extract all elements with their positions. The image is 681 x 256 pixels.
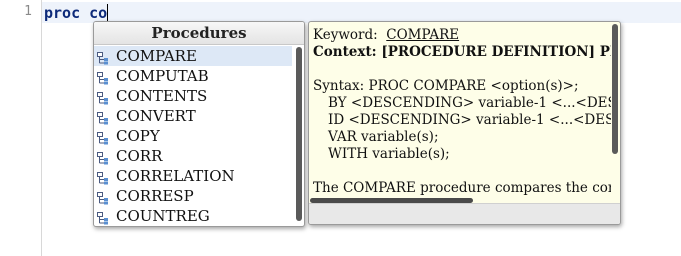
procedure-label: COMPARE [116,47,197,65]
keyword-help-popup: Keyword: COMPARE Context: [PROCEDURE DEF… [308,21,621,225]
help-vertical-scrollbar[interactable] [612,24,618,154]
help-description: The COMPARE procedure compares the conte… [313,180,611,196]
code-line[interactable]: proc co [44,3,109,23]
procedures-popup[interactable]: Procedures COMPARE COMPUTAB CONTENTS CONVER… [93,21,305,227]
procedure-label: CORR [116,147,163,165]
procedure-label: COMPUTAB [116,67,209,85]
procedure-list-item[interactable]: CONVERT [94,106,292,126]
procedure-label: CORRESP [116,187,194,205]
help-syntax-id: ID <DESCENDING> variable-1 <...<DESCEN [328,112,611,128]
line-number: 1 [24,4,32,19]
procedure-icon [97,170,109,184]
help-spacer [313,163,611,180]
help-keyword-line: Keyword: COMPARE [313,27,611,44]
procedure-label: CORRELATION [116,167,235,185]
help-keyword-link[interactable]: COMPARE [386,27,459,43]
procedure-label: CONTENTS [116,87,208,105]
procedure-icon [97,90,109,104]
procedure-list-item[interactable]: COUNTREG [94,206,292,226]
procedure-icon [97,70,109,84]
help-context: Context: [PROCEDURE DEFINITION] PROC [313,44,611,60]
help-syntax-with: WITH variable(s); [328,146,450,162]
help-footer [309,203,620,224]
procedures-popup-title: Procedures [94,22,304,45]
code-typed-text: co [89,4,108,22]
procedure-list-item[interactable]: CORR [94,146,292,166]
procedure-label: CONVERT [116,107,196,125]
procedure-list-item[interactable]: CONTENTS [94,86,292,106]
line-number-gutter: 1 [0,0,42,256]
help-syntax-var: VAR variable(s); [328,129,439,145]
help-keyword-label: Keyword: [313,27,378,43]
procedure-icon [97,190,109,204]
help-syntax: Syntax: PROC COMPARE <option(s)>; [313,78,579,94]
procedures-scrollbar[interactable] [296,47,302,221]
procedure-label: COPY [116,127,160,145]
current-line-highlight [42,2,681,23]
help-spacer [313,61,611,78]
procedure-icon [97,50,109,64]
procedure-list-item[interactable]: COPY [94,126,292,146]
procedure-list-item[interactable]: COMPUTAB [94,66,292,86]
help-content: Keyword: COMPARE Context: [PROCEDURE DEF… [313,27,611,203]
procedure-icon [97,150,109,164]
procedure-icon [97,210,109,224]
procedure-icon [97,110,109,124]
code-keyword: proc [44,4,81,22]
procedure-label: COUNTREG [116,207,210,225]
help-syntax-by: BY <DESCENDING> variable-1 <...<DESCEN [328,95,611,111]
procedure-list-item[interactable]: CORRESP [94,186,292,206]
procedure-list-item[interactable]: CORRELATION [94,166,292,186]
procedure-icon [97,130,109,144]
text-caret [107,4,109,21]
procedures-list[interactable]: COMPARE COMPUTAB CONTENTS CONVERT COPY CORR CO… [94,46,292,226]
procedure-list-item[interactable]: COMPARE [94,46,292,66]
